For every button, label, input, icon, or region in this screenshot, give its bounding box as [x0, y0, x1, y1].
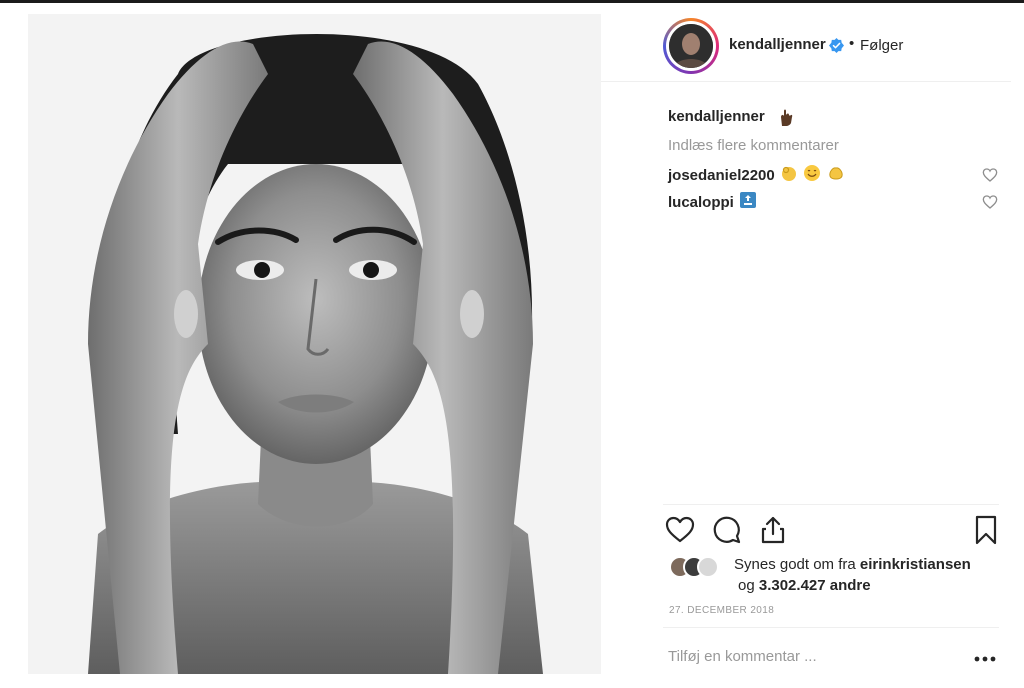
comment-divider [663, 627, 999, 628]
likes-summary: Synes godt om fra eirinkristiansen [734, 556, 971, 573]
comment-like-heart-icon[interactable] [982, 194, 998, 210]
more-options-icon[interactable] [974, 656, 996, 662]
ok-hand-emoji [781, 164, 797, 186]
comment-like-heart-icon[interactable] [982, 167, 998, 183]
following-button[interactable]: Følger [860, 37, 903, 54]
share-icon[interactable] [757, 514, 789, 546]
header-username-link[interactable]: kendalljenner [729, 36, 826, 53]
clapping-hands-emoji [827, 164, 845, 186]
post-photo-image [28, 14, 601, 674]
post-date[interactable]: 27. DECEMBER 2018 [669, 605, 774, 616]
post-header: kendalljenner • Følger [601, 14, 1011, 82]
liker-avatar[interactable] [697, 556, 719, 578]
top-liker-link[interactable]: eirinkristiansen [860, 556, 971, 573]
bookmark-icon[interactable] [970, 514, 1002, 546]
top-edge-strip [0, 0, 1024, 3]
caption-username-link[interactable]: kendalljenner [668, 108, 765, 125]
likes-prefix: Synes godt om fra [734, 556, 856, 573]
like-heart-icon[interactable] [664, 514, 696, 546]
avatar-photo [669, 24, 713, 68]
likes-and: og [738, 577, 755, 594]
add-comment-input[interactable] [668, 648, 948, 665]
hand-emoji [776, 107, 796, 132]
likes-others: andre [829, 577, 871, 594]
comment-item: lucaloppi [668, 192, 756, 212]
profile-avatar[interactable] [663, 18, 719, 74]
top-arrow-emoji [739, 192, 756, 212]
smiling-face-emoji [803, 164, 821, 186]
load-more-comments-link[interactable]: Indlæs flere kommentarer [668, 137, 839, 154]
comment-username-link[interactable]: lucaloppi [668, 194, 734, 211]
likes-count-line[interactable]: og 3.302.427 andre [738, 577, 871, 594]
likes-count: 3.302.427 [758, 577, 826, 594]
verified-badge-icon [829, 38, 844, 53]
header-separator: • [849, 35, 855, 52]
post-photo[interactable] [28, 14, 601, 674]
comment-item: josedaniel2200 [668, 165, 845, 185]
comment-bubble-icon[interactable] [711, 514, 743, 546]
post-side-panel: kendalljenner • Følger kendalljenner Ind… [601, 14, 1011, 674]
actions-divider [663, 504, 999, 505]
liker-avatars [669, 556, 729, 580]
comment-username-link[interactable]: josedaniel2200 [668, 167, 775, 184]
